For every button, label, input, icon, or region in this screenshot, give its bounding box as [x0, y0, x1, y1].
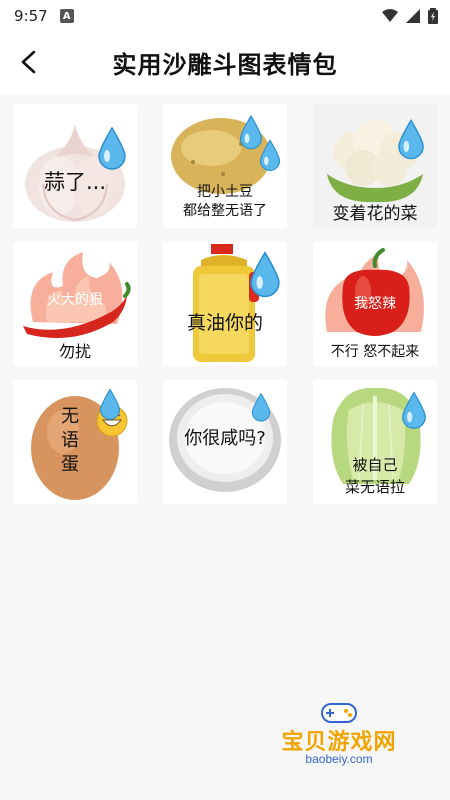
app-bar: 实用沙雕斗图表情包 [0, 32, 450, 92]
sticker-caption: 真油你的 [186, 312, 263, 334]
sticker-garlic[interactable]: 蒜了... [13, 104, 137, 228]
sticker-caption-line2: 语 [61, 430, 79, 451]
sticker-chili[interactable]: 火大的狠 勿扰 [13, 242, 137, 366]
sticker-overlay-text: 我怒辣 [354, 296, 396, 312]
sticker-red-pepper[interactable]: 我怒辣 不行 怒不起来 [313, 242, 437, 366]
sweat-drop-icon [398, 118, 424, 160]
signal-icon [406, 9, 420, 23]
sticker-oil[interactable]: 真油你的 [163, 242, 287, 366]
sticker-caption-line1: 把小土豆 [197, 184, 253, 200]
sticker-caption: 不行 怒不起来 [330, 344, 420, 360]
sticker-caption: 勿扰 [58, 342, 91, 361]
sticker-caption-line1: 被自己 [352, 456, 398, 474]
wifi-icon [382, 9, 398, 22]
sweat-drop-icon [98, 126, 126, 170]
gamepad-icon [321, 703, 357, 723]
sticker-cabbage[interactable]: 被自己 菜无语拉 [313, 380, 437, 504]
sticker-potato[interactable]: 把小土豆 都给整无语了 [163, 104, 287, 228]
sticker-grid: 蒜了... 把小土豆 都给整无语了 变着花的菜 火大的狠 勿扰 真油你的 我怒辣… [0, 94, 450, 514]
notification-a-icon: A [59, 9, 74, 23]
sticker-cauliflower[interactable]: 变着花的菜 [313, 104, 437, 228]
sticker-gallery: 蒜了... 把小土豆 都给整无语了 变着花的菜 火大的狠 勿扰 真油你的 我怒辣… [0, 94, 450, 800]
watermark-url: baobeiy.com [305, 752, 373, 766]
watermark-logo: 宝贝游戏网 baobeiy.com [264, 700, 414, 780]
sticker-egg[interactable]: 无 语 蛋 [13, 380, 137, 504]
sticker-overlay-text: 火大的狠 [47, 292, 103, 308]
status-time: 9:57 [14, 7, 48, 25]
sticker-caption-line1: 无 [61, 406, 79, 427]
back-arrow-icon [21, 50, 36, 74]
sweat-drop-icon [402, 391, 426, 429]
sticker-caption-line2: 菜无语拉 [344, 478, 405, 496]
status-bar: 9:57 A [0, 0, 450, 32]
sticker-caption: 变着花的菜 [332, 204, 418, 224]
sticker-caption: 你很咸吗? [184, 428, 266, 449]
sticker-caption: 蒜了... [43, 170, 107, 194]
sweat-drop-icon [251, 392, 271, 422]
sticker-salt[interactable]: 你很咸吗? [163, 380, 287, 504]
sticker-caption-line2: 都给整无语了 [183, 203, 267, 219]
back-button[interactable] [0, 32, 60, 92]
sweat-drop-icon [259, 139, 281, 171]
battery-icon [428, 8, 438, 24]
sticker-caption-line3: 蛋 [61, 454, 79, 475]
sweat-drop-icon [250, 251, 280, 298]
page-title: 实用沙雕斗图表情包 [112, 50, 338, 79]
